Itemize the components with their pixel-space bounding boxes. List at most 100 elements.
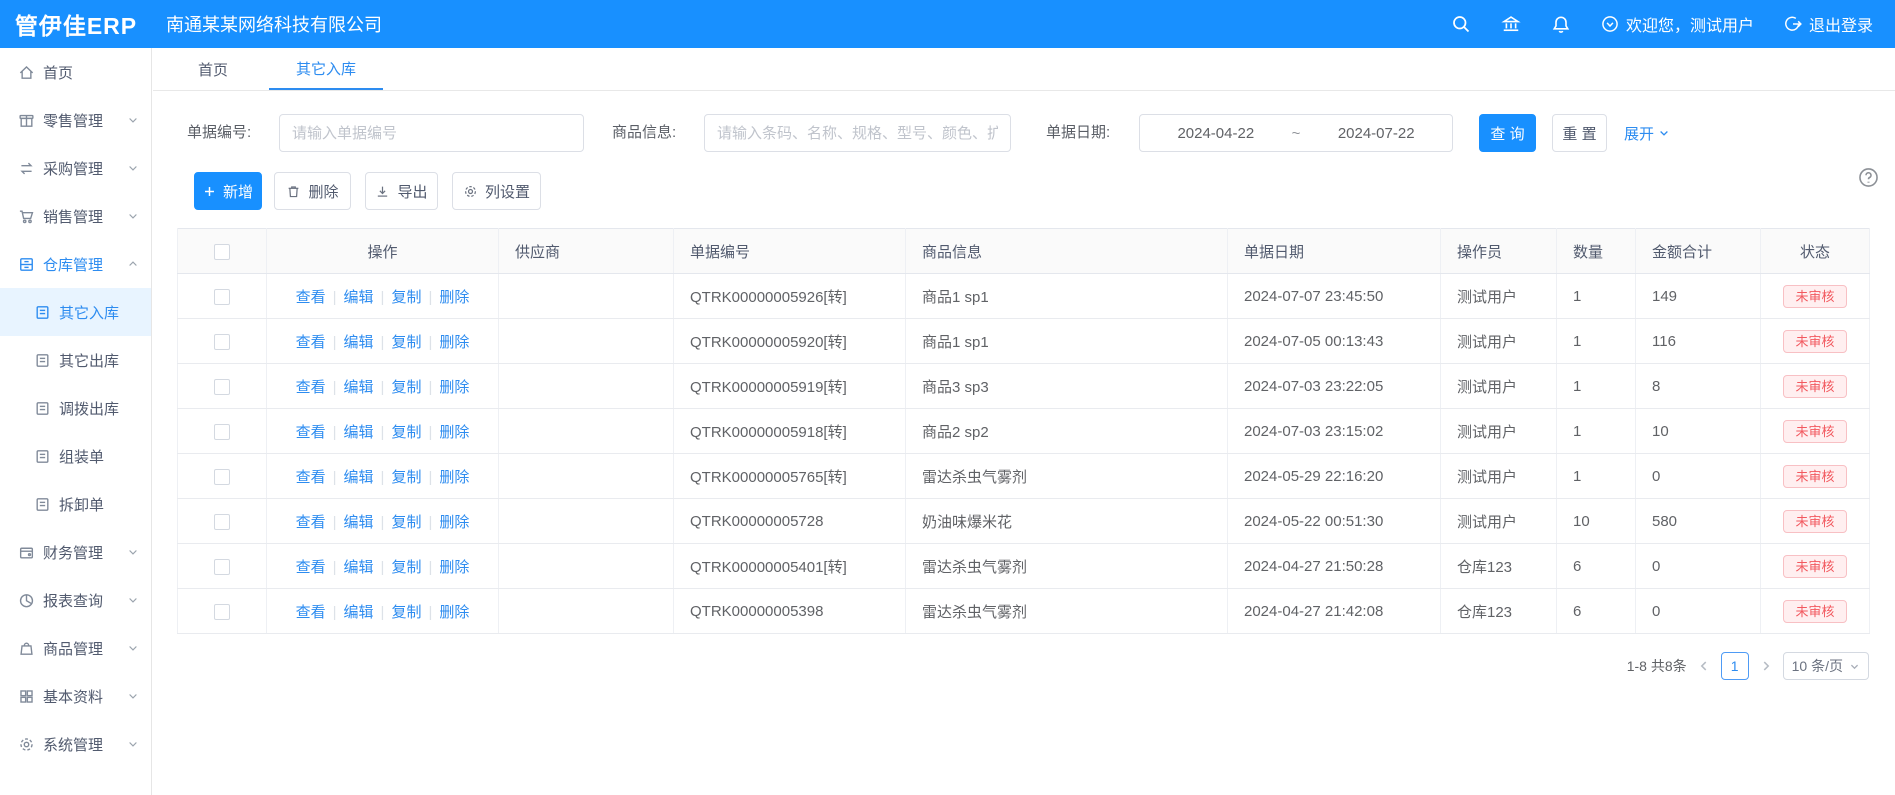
delete-link[interactable]: 删除 (439, 424, 469, 441)
sidebar-item-finance[interactable]: 财务管理 (0, 528, 151, 576)
reset-button[interactable]: 重 置 (1552, 114, 1607, 152)
expand-label: 展开 (1624, 123, 1654, 144)
order-no-input[interactable] (279, 114, 584, 152)
copy-link[interactable]: 复制 (391, 469, 421, 486)
view-link[interactable]: 查看 (296, 424, 326, 441)
copy-link[interactable]: 复制 (391, 289, 421, 306)
copy-link[interactable]: 复制 (391, 334, 421, 351)
cell-supplier (499, 274, 674, 319)
cell-qty: 6 (1557, 589, 1636, 634)
view-link[interactable]: 查看 (296, 469, 326, 486)
sidebar-item-sales[interactable]: 销售管理 (0, 192, 151, 240)
edit-link[interactable]: 编辑 (344, 424, 374, 441)
sidebar-item-home[interactable]: 首页 (0, 48, 151, 96)
search-icon[interactable] (1451, 14, 1471, 34)
view-link[interactable]: 查看 (296, 559, 326, 576)
cell-supplier (499, 499, 674, 544)
logout-button[interactable]: 退出登录 (1784, 12, 1873, 36)
edit-link[interactable]: 编辑 (344, 514, 374, 531)
table-row: 查看|编辑|复制|删除QTRK00000005401[转]雷达杀虫气雾剂2024… (178, 544, 1870, 589)
edit-link[interactable]: 编辑 (344, 379, 374, 396)
copy-link[interactable]: 复制 (391, 604, 421, 621)
user-welcome[interactable]: 欢迎您，测试用户 (1601, 12, 1754, 36)
select-all-checkbox[interactable] (214, 244, 230, 260)
edit-link[interactable]: 编辑 (344, 604, 374, 621)
column-settings-button[interactable]: 列设置 (452, 172, 541, 210)
copy-link[interactable]: 复制 (391, 424, 421, 441)
copy-link[interactable]: 复制 (391, 559, 421, 576)
delete-link[interactable]: 删除 (439, 289, 469, 306)
view-link[interactable]: 查看 (296, 514, 326, 531)
cell-product: 商品3 sp3 (906, 364, 1228, 409)
search-button[interactable]: 查 询 (1479, 114, 1536, 152)
sidebar-item-other-inbound[interactable]: 其它入库 (0, 288, 151, 336)
row-checkbox[interactable] (214, 514, 230, 530)
expand-toggle[interactable]: 展开 (1624, 114, 1670, 152)
row-checkbox[interactable] (214, 289, 230, 305)
view-link[interactable]: 查看 (296, 334, 326, 351)
date-to: 2024-07-22 (1338, 125, 1415, 142)
edit-link[interactable]: 编辑 (344, 289, 374, 306)
sidebar-item-transfer-outbound[interactable]: 调拨出库 (0, 384, 151, 432)
sidebar-item-other-outbound[interactable]: 其它出库 (0, 336, 151, 384)
sidebar-item-label: 零售管理 (43, 110, 103, 131)
edit-link[interactable]: 编辑 (344, 469, 374, 486)
bank-icon[interactable] (1501, 14, 1521, 34)
copy-link[interactable]: 复制 (391, 514, 421, 531)
cell-date: 2024-07-03 23:22:05 (1228, 364, 1441, 409)
sidebar-item-retail[interactable]: 零售管理 (0, 96, 151, 144)
export-button[interactable]: 导出 (365, 172, 438, 210)
edit-link[interactable]: 编辑 (344, 559, 374, 576)
cell-amount: 0 (1636, 454, 1761, 499)
status-badge: 未审核 (1783, 330, 1846, 353)
row-checkbox[interactable] (214, 559, 230, 575)
delete-link[interactable]: 删除 (439, 334, 469, 351)
tab-home[interactable]: 首页 (183, 48, 243, 90)
header-amount: 金额合计 (1636, 229, 1761, 274)
delete-link[interactable]: 删除 (439, 379, 469, 396)
row-checkbox[interactable] (214, 469, 230, 485)
row-checkbox[interactable] (214, 604, 230, 620)
date-label: 单据日期: (1046, 114, 1110, 152)
next-page-button[interactable] (1759, 659, 1773, 673)
delete-link[interactable]: 删除 (439, 559, 469, 576)
status-badge: 未审核 (1783, 465, 1846, 488)
add-button[interactable]: 新增 (194, 172, 262, 210)
row-checkbox[interactable] (214, 379, 230, 395)
sidebar-item-disassembly[interactable]: 拆卸单 (0, 480, 151, 528)
cell-order-no: QTRK00000005398 (674, 589, 906, 634)
table-row: 查看|编辑|复制|删除QTRK00000005926[转]商品1 sp12024… (178, 274, 1870, 319)
delete-button[interactable]: 删除 (274, 172, 351, 210)
prev-page-button[interactable] (1697, 659, 1711, 673)
cell-qty: 1 (1557, 364, 1636, 409)
sidebar-item-assembly[interactable]: 组装单 (0, 432, 151, 480)
date-separator: ~ (1292, 125, 1301, 142)
sidebar-item-basic-data[interactable]: 基本资料 (0, 672, 151, 720)
topbar: 管伊佳ERP 南通某某网络科技有限公司 欢迎您，测试用户 退出登录 (0, 0, 1895, 48)
sidebar-item-goods[interactable]: 商品管理 (0, 624, 151, 672)
delete-link[interactable]: 删除 (439, 469, 469, 486)
delete-link[interactable]: 删除 (439, 514, 469, 531)
sidebar-item-reports[interactable]: 报表查询 (0, 576, 151, 624)
page-size-select[interactable]: 10 条/页 (1783, 652, 1869, 680)
date-range-picker[interactable]: 2024-04-22 ~ 2024-07-22 (1139, 114, 1453, 152)
help-icon[interactable] (1858, 167, 1879, 188)
copy-link[interactable]: 复制 (391, 379, 421, 396)
page-number[interactable]: 1 (1721, 652, 1749, 680)
bell-icon[interactable] (1551, 14, 1571, 34)
view-link[interactable]: 查看 (296, 289, 326, 306)
sidebar-item-system[interactable]: 系统管理 (0, 720, 151, 768)
product-info-input[interactable] (704, 114, 1011, 152)
table-header-row: 操作 供应商 单据编号 商品信息 单据日期 操作员 数量 金额合计 状态 (178, 229, 1870, 274)
sidebar-item-purchase[interactable]: 采购管理 (0, 144, 151, 192)
row-checkbox[interactable] (214, 334, 230, 350)
cell-date: 2024-07-03 23:15:02 (1228, 409, 1441, 454)
view-link[interactable]: 查看 (296, 604, 326, 621)
sidebar-item-label: 其它出库 (59, 350, 119, 371)
row-checkbox[interactable] (214, 424, 230, 440)
tab-other-inbound[interactable]: 其它入库 (269, 48, 383, 90)
delete-link[interactable]: 删除 (439, 604, 469, 621)
edit-link[interactable]: 编辑 (344, 334, 374, 351)
sidebar-item-warehouse[interactable]: 仓库管理 (0, 240, 151, 288)
view-link[interactable]: 查看 (296, 379, 326, 396)
